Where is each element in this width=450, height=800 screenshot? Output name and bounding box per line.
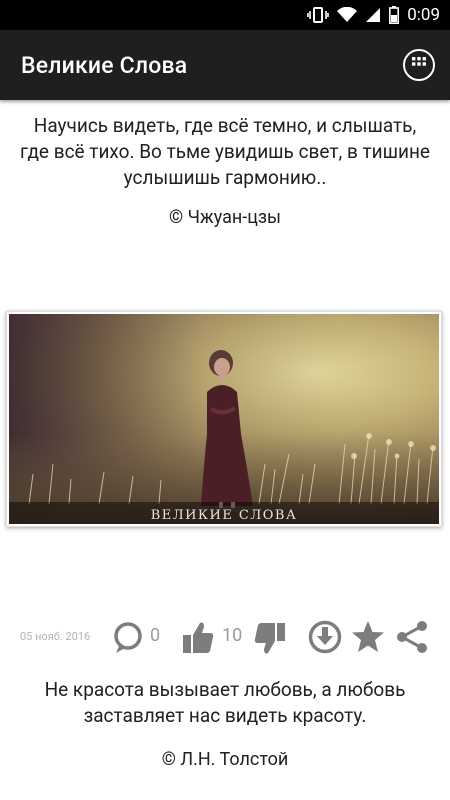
- favorite-star-icon[interactable]: [350, 619, 386, 659]
- dislike-icon[interactable]: [253, 621, 287, 661]
- image-watermark: ВЕЛИКИЕ СЛОВА: [151, 508, 298, 523]
- like-icon[interactable]: [181, 619, 215, 659]
- download-icon[interactable]: [308, 620, 342, 658]
- comments-count: 0: [150, 625, 161, 646]
- comment-icon[interactable]: [111, 621, 145, 659]
- quote-author: © Л.Н. Толстой: [161, 749, 289, 770]
- grid-menu-button[interactable]: [403, 49, 435, 81]
- quote-image[interactable]: ВЕЛИКИЕ СЛОВА: [6, 311, 442, 527]
- signal-icon: [365, 7, 381, 23]
- quote-line: где всё тихо. Во тьме увидишь свет, в ти…: [19, 140, 431, 163]
- quote-line: Не красота вызывает любовь, а любовь: [44, 678, 406, 701]
- quote-line: заставляет нас видеть красоту.: [83, 704, 367, 727]
- quote-text: Научись видеть, где всё темно, и слышать…: [0, 113, 450, 191]
- battery-icon: [389, 6, 400, 24]
- post-date: 05 нояб. 2016: [20, 630, 91, 643]
- likes-count: 10: [222, 625, 243, 646]
- quote-author: © Чжуан-цзы: [168, 207, 282, 228]
- share-icon[interactable]: [394, 620, 430, 658]
- quote-line: услышишь гармонию..: [123, 166, 327, 189]
- app-title: Великие Слова: [21, 51, 188, 79]
- status-bar: 0:09: [0, 0, 450, 30]
- action-bar: 05 нояб. 2016 0 10: [0, 613, 450, 661]
- grid-dots-icon: [412, 56, 426, 75]
- wifi-icon: [337, 7, 358, 23]
- quote-line: Научись видеть, где всё темно, и слышать…: [33, 114, 417, 137]
- app-bar: Великие Слова: [0, 30, 450, 100]
- clock: 0:09: [407, 5, 440, 25]
- quote-text: Не красота вызывает любовь, а любовь зас…: [0, 677, 450, 729]
- vibrate-icon: [307, 6, 330, 24]
